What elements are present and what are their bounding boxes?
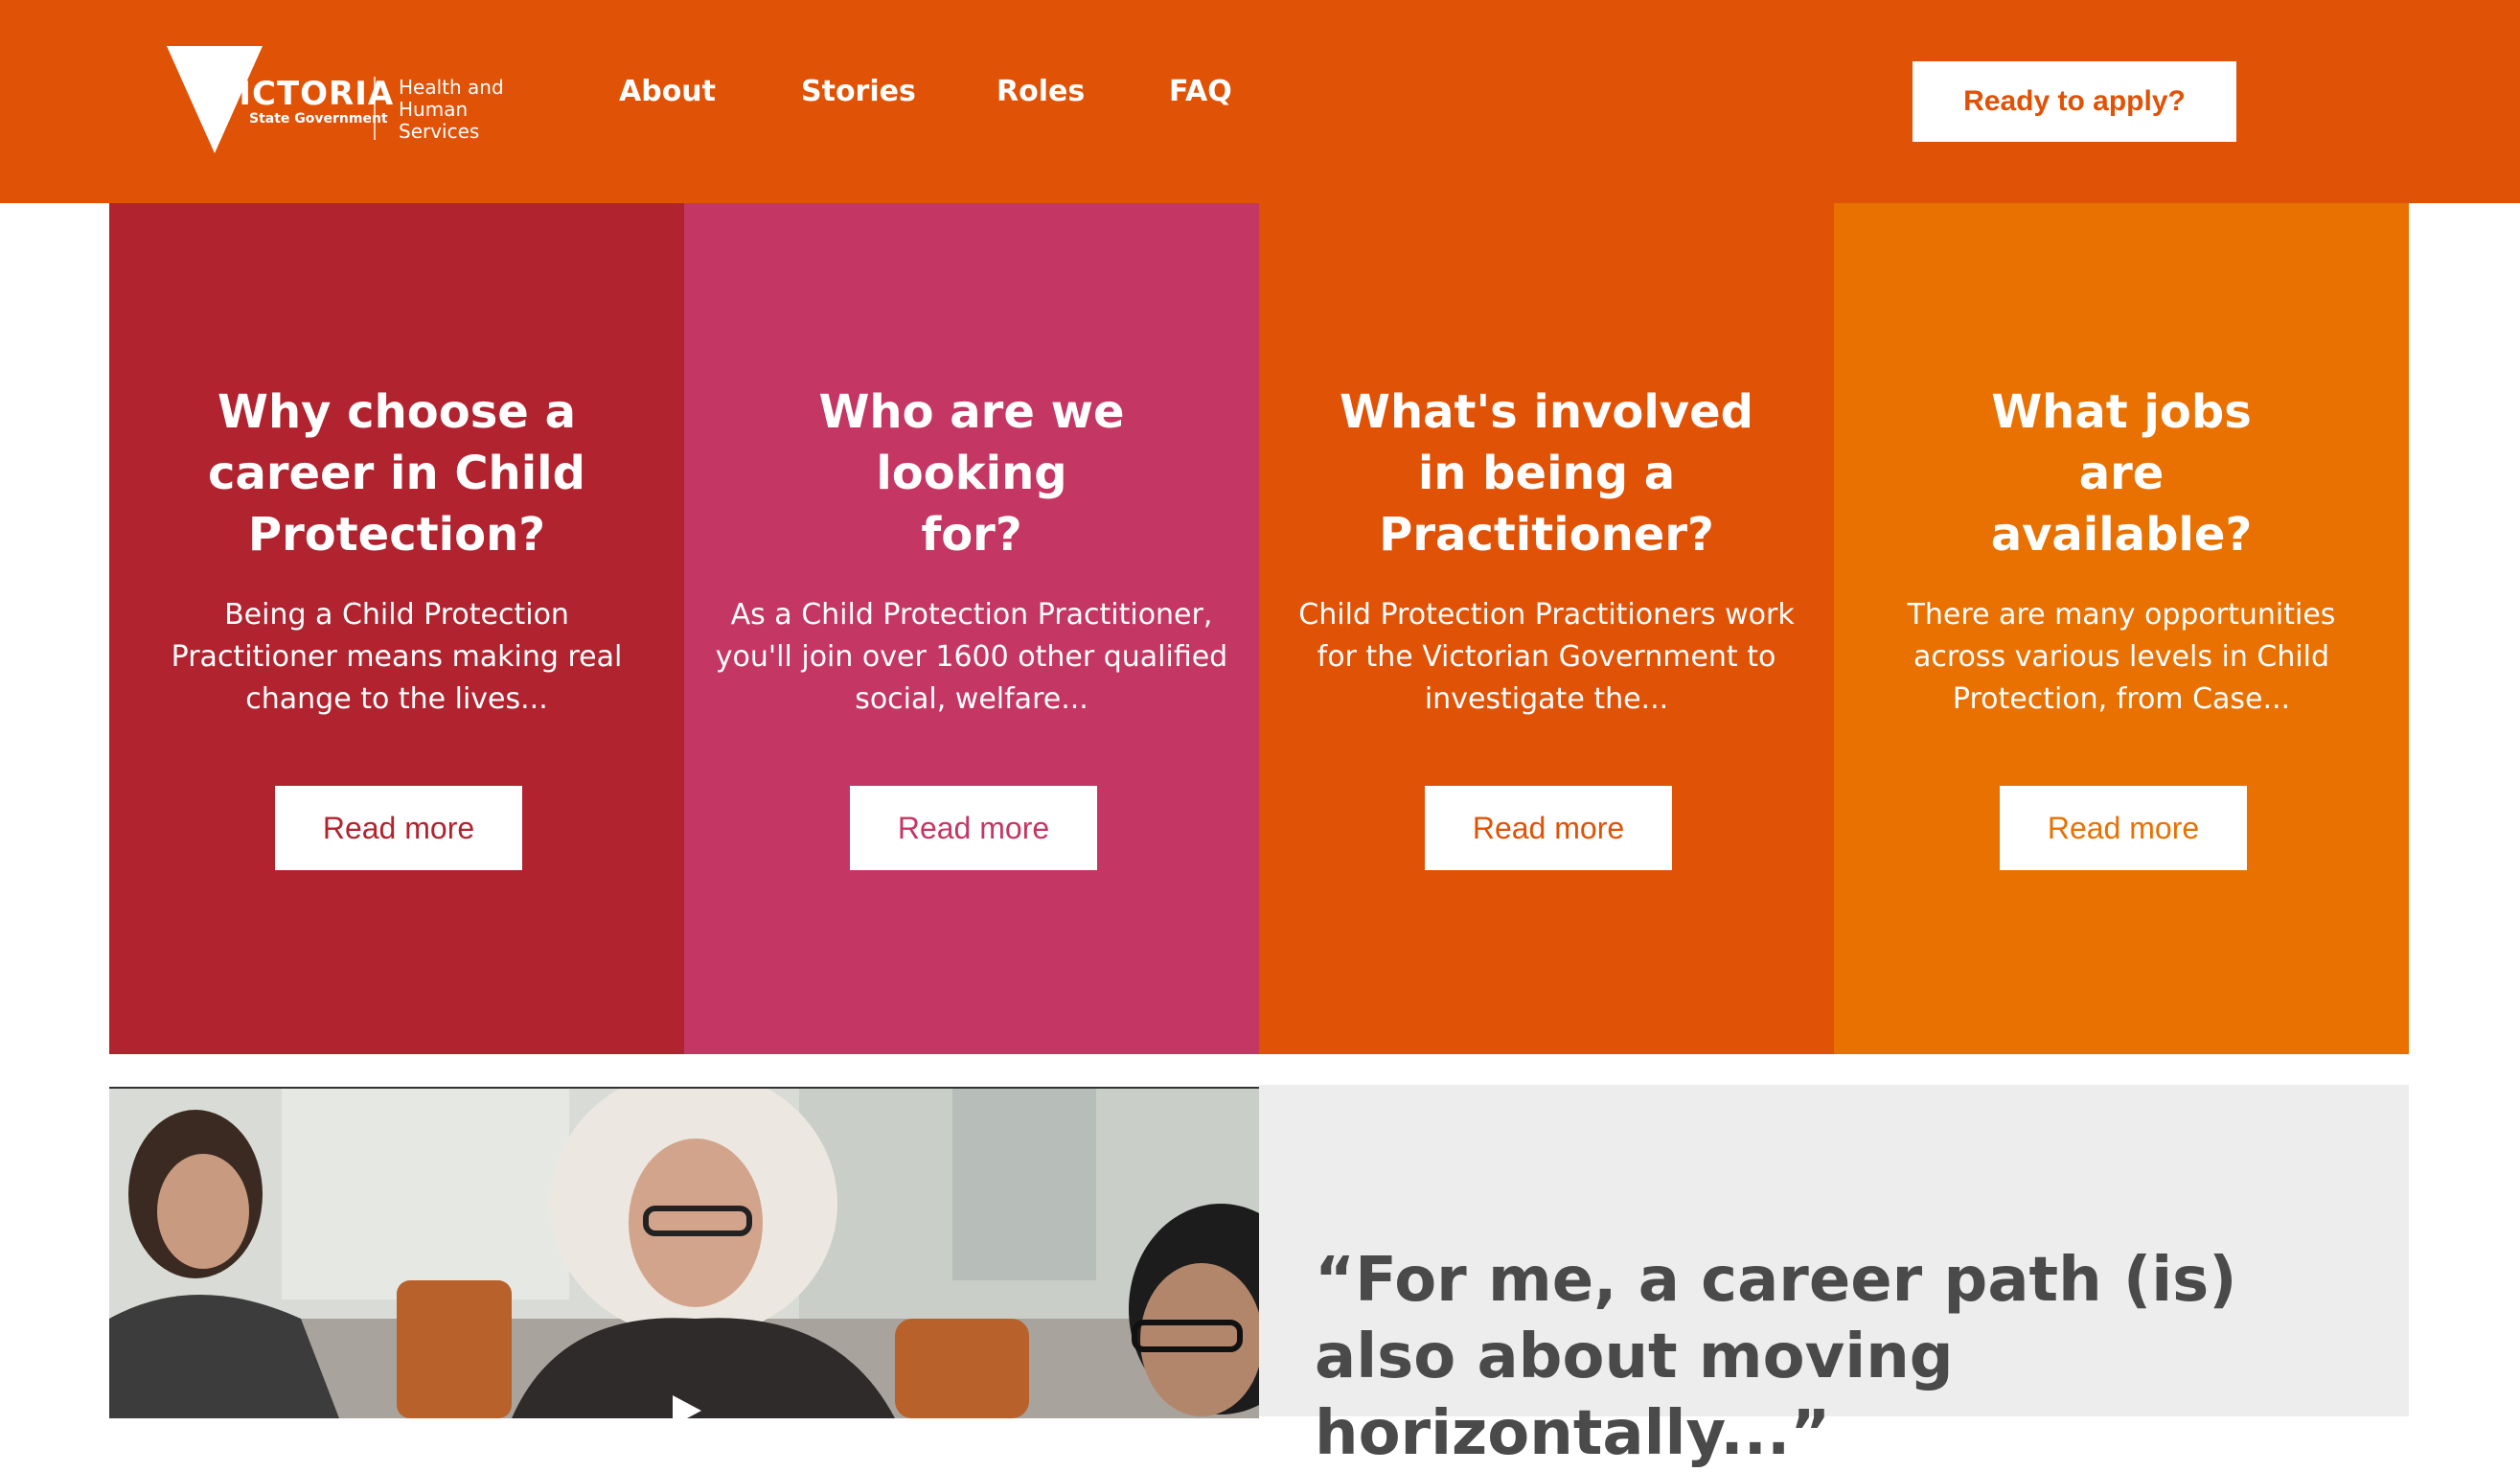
- card-excerpt: There are many opportunities across vari…: [1907, 598, 2336, 716]
- ready-to-apply-button[interactable]: Ready to apply?: [1913, 61, 2236, 142]
- card-what-jobs: What jobs are available? There are many …: [1834, 203, 2409, 1054]
- quote-panel: “For me, a career path (is) also about m…: [1259, 1085, 2409, 1469]
- logo-department: Health and Human Services: [399, 76, 504, 143]
- card-title: Who are we looking for?: [818, 385, 1125, 562]
- nav-roles[interactable]: Roles: [997, 75, 1085, 108]
- card-title: What jobs are available?: [1990, 385, 2253, 562]
- card-excerpt: Child Protection Practitioners work for …: [1298, 598, 1795, 716]
- card-who-looking-for: Who are we looking for? As a Child Prote…: [684, 203, 1259, 1054]
- nav-faq[interactable]: FAQ: [1169, 75, 1232, 108]
- read-more-button[interactable]: Read more: [1425, 786, 1672, 870]
- card-why-choose: Why choose a career in Child Protection?…: [109, 203, 684, 1054]
- card-excerpt: Being a Child Protection Practitioner me…: [171, 598, 623, 716]
- logo-divider: [374, 77, 376, 140]
- card-excerpt: As a Child Protection Practitioner, you'…: [715, 598, 1228, 716]
- video-thumbnail: [109, 1089, 1259, 1418]
- read-more-button[interactable]: Read more: [850, 786, 1097, 870]
- logo-wordmark: VICTORIA: [213, 75, 395, 113]
- video-player[interactable]: [109, 1087, 1259, 1418]
- site-header: VICTORIA State Government Health and Hum…: [0, 0, 2520, 203]
- card-whats-involved: What's involved in being a Practitioner?…: [1259, 203, 1834, 1054]
- card-title: Why choose a career in Child Protection?: [207, 385, 585, 562]
- read-more-button[interactable]: Read more: [2000, 786, 2247, 870]
- feature-cards: Why choose a career in Child Protection?…: [109, 203, 2409, 1054]
- victoria-government-logo[interactable]: VICTORIA State Government Health and Hum…: [167, 46, 531, 153]
- read-more-button[interactable]: Read more: [275, 786, 522, 870]
- nav-about[interactable]: About: [619, 75, 716, 108]
- testimonial-quote: “For me, a career path (is) also about m…: [1315, 1245, 2237, 1469]
- logo-subline: State Government: [249, 111, 388, 126]
- nav-stories[interactable]: Stories: [801, 75, 916, 108]
- card-title: What's involved in being a Practitioner?: [1340, 385, 1753, 562]
- play-icon[interactable]: [667, 1392, 705, 1418]
